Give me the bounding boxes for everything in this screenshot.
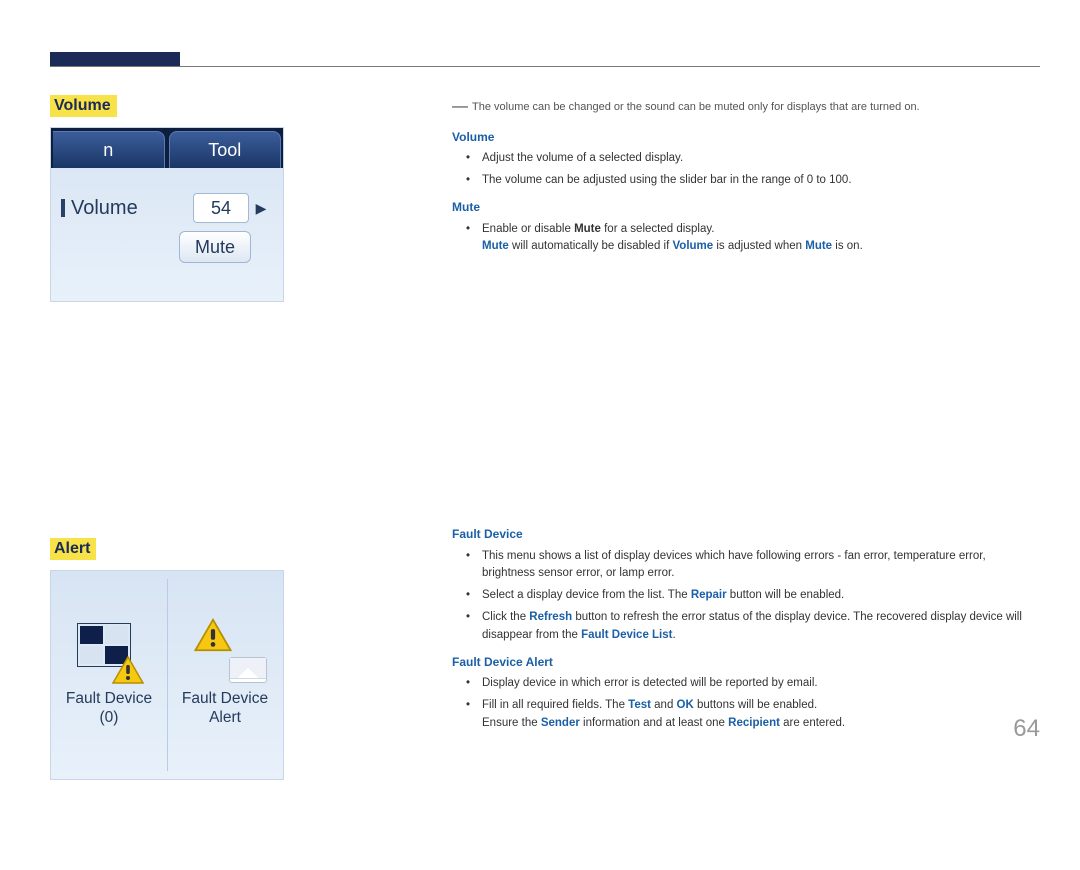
fault-alert-bullets: Display device in which error is detecte…: [480, 675, 1040, 732]
fault-device-label: Fault Device (0): [66, 689, 152, 728]
fault-alert-label-line1: Fault Device: [182, 690, 268, 707]
volume-note: The volume can be changed or the sound c…: [452, 95, 1040, 120]
subhead-volume: Volume: [452, 128, 1040, 147]
volume-bullets: Adjust the volume of a selected display.…: [480, 150, 1040, 190]
header-rule: [50, 66, 1040, 67]
subhead-mute: Mute: [452, 198, 1040, 217]
fault-device-cell[interactable]: Fault Device (0): [51, 571, 167, 779]
fault-device-bullets: This menu shows a list of display device…: [480, 548, 1040, 645]
alert-divider: [167, 579, 168, 771]
volume-value[interactable]: 54: [193, 193, 249, 223]
fa-bullet-1: Display device in which error is detecte…: [480, 675, 1040, 693]
header-accent-bar: [50, 52, 180, 66]
fault-alert-label: Fault Device Alert: [182, 689, 268, 728]
section-title-volume: Volume: [50, 95, 117, 117]
fault-alert-label-line2: Alert: [209, 709, 241, 726]
fa-bullet-2: Fill in all required fields. The Test an…: [480, 697, 1040, 733]
tab-left[interactable]: n: [53, 131, 165, 168]
subhead-fault-device: Fault Device: [452, 525, 1040, 544]
mute-button[interactable]: Mute: [179, 231, 251, 263]
volume-row: Volume 54 ▶: [61, 193, 273, 223]
tab-bar: n Tool: [51, 128, 283, 168]
envelope-icon: [229, 657, 267, 683]
fault-device-alert-cell[interactable]: Fault Device Alert: [167, 571, 283, 779]
screenshot-alert: Fault Device (0) Fault Device Alert: [50, 570, 284, 780]
volume-label: Volume: [61, 197, 193, 220]
mute-bullet-1: Enable or disable Mute for a selected di…: [480, 221, 1040, 257]
warning-icon: [193, 617, 233, 653]
screenshot-volume: n Tool Volume 54 ▶ Mute: [50, 127, 284, 302]
volume-bullet-1: Adjust the volume of a selected display.: [480, 150, 1040, 168]
volume-step-arrow[interactable]: ▶: [249, 193, 273, 223]
section-title-alert: Alert: [50, 538, 96, 560]
subhead-fault-alert: Fault Device Alert: [452, 653, 1040, 672]
fault-device-icon: [77, 623, 141, 681]
page-number: 64: [1013, 715, 1040, 743]
right-column: The volume can be changed or the sound c…: [452, 95, 1040, 260]
fault-device-label-line1: Fault Device: [66, 690, 152, 707]
left-column: Volume n Tool Volume 54 ▶ Mute Alert: [50, 95, 300, 870]
warning-icon: [111, 655, 145, 685]
fd-bullet-2: Select a display device from the list. T…: [480, 587, 1040, 605]
fault-alert-icon: [193, 623, 257, 681]
mute-bullets: Enable or disable Mute for a selected di…: [480, 221, 1040, 257]
tab-tool[interactable]: Tool: [169, 131, 282, 168]
fd-bullet-1: This menu shows a list of display device…: [480, 548, 1040, 584]
volume-bullet-2: The volume can be adjusted using the sli…: [480, 172, 1040, 190]
fd-bullet-3: Click the Refresh button to refresh the …: [480, 609, 1040, 645]
fault-device-label-line2: (0): [100, 709, 119, 726]
